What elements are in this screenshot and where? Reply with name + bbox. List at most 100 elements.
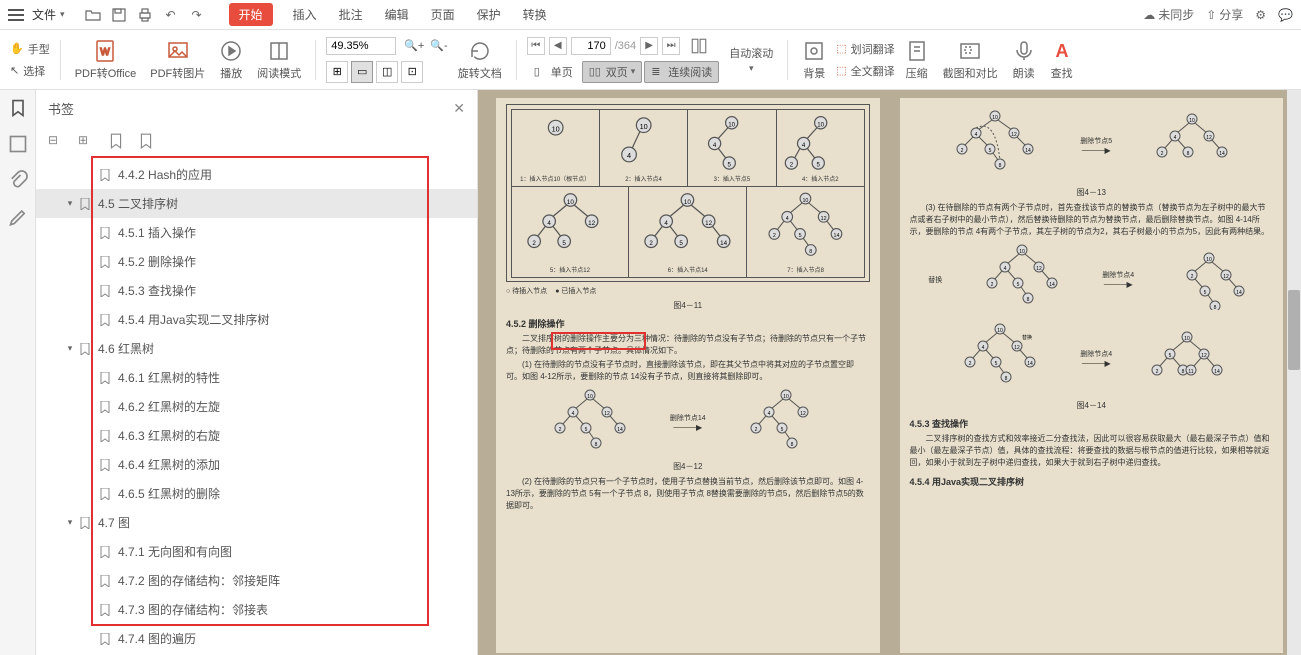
svg-text:10: 10 bbox=[817, 121, 824, 128]
open-icon[interactable] bbox=[85, 7, 101, 23]
bookmark-icon bbox=[100, 545, 112, 559]
feedback-icon[interactable]: 💬 bbox=[1278, 8, 1293, 22]
print-icon[interactable] bbox=[137, 7, 153, 23]
bookmark-item[interactable]: 4.6.1 红黑树的特性 bbox=[36, 363, 477, 392]
bookmark-item[interactable]: ▾ 4.6 红黑树 bbox=[36, 334, 477, 363]
tab-insert[interactable]: 插入 bbox=[291, 2, 319, 27]
share-button[interactable]: ⇧分享 bbox=[1206, 6, 1243, 23]
expand-toggle-icon[interactable]: ▾ bbox=[64, 517, 76, 528]
svg-text:14: 14 bbox=[1236, 290, 1242, 296]
close-icon[interactable]: ✕ bbox=[453, 100, 465, 117]
fit-page-button[interactable]: ▭ bbox=[351, 61, 373, 83]
bookmark-options-icon[interactable] bbox=[138, 133, 154, 149]
svg-text:2: 2 bbox=[1156, 369, 1159, 375]
bookmark-tab-icon[interactable] bbox=[8, 98, 28, 118]
tab-protect[interactable]: 保护 bbox=[475, 2, 503, 27]
bookmark-item[interactable]: 4.6.3 红黑树的右旋 bbox=[36, 421, 477, 450]
bookmark-icon bbox=[100, 168, 112, 182]
play-icon bbox=[219, 39, 243, 63]
first-page-button[interactable]: ⏮ bbox=[527, 37, 545, 55]
word-translate-button[interactable]: ⬚划词翻译 bbox=[836, 41, 894, 57]
bookmark-item[interactable]: 4.5.3 查找操作 bbox=[36, 276, 477, 305]
reading-mode-button[interactable]: 阅读模式 bbox=[253, 39, 305, 81]
next-page-button[interactable]: ▶ bbox=[640, 37, 658, 55]
pdf-to-office-button[interactable]: W PDF转Office bbox=[71, 39, 141, 81]
settings-icon[interactable]: ⚙ bbox=[1255, 8, 1266, 22]
hamburger-icon[interactable] bbox=[8, 9, 24, 21]
bookmark-item[interactable]: 4.7.2 图的存储结构：邻接矩阵 bbox=[36, 566, 477, 595]
file-menu[interactable]: 文件 ▾ bbox=[32, 6, 65, 23]
zoom-out-icon[interactable]: 🔍- bbox=[430, 39, 447, 52]
read-aloud-button[interactable]: 朗读 bbox=[1008, 39, 1040, 81]
bookmark-toolbar: ⊟ ⊞ bbox=[36, 126, 477, 156]
svg-text:替换: 替换 bbox=[1022, 334, 1032, 341]
document-viewport[interactable]: 101：插入节点10（根节点） 1042：插入节点4 10453：插入节点5 1… bbox=[478, 90, 1301, 655]
bookmark-item[interactable]: ▾4.7 图 bbox=[36, 508, 477, 537]
layout-icon[interactable] bbox=[690, 37, 708, 55]
screenshot-compare-button[interactable]: 截图和对比 bbox=[939, 39, 1002, 81]
collapse-all-icon[interactable]: ⊟ bbox=[48, 133, 64, 149]
full-translate-button[interactable]: ⬚全文翻译 bbox=[836, 63, 894, 79]
scrollbar-thumb[interactable] bbox=[1288, 290, 1300, 370]
new-bookmark-icon[interactable] bbox=[108, 133, 124, 149]
tab-page[interactable]: 页面 bbox=[429, 2, 457, 27]
annotation-tab-icon[interactable] bbox=[8, 206, 28, 226]
page-total-label: /364 bbox=[615, 40, 636, 52]
bookmark-item[interactable]: 4.7.3 图的存储结构：邻接表 bbox=[36, 595, 477, 624]
fit-visible-button[interactable]: ⊡ bbox=[401, 61, 423, 83]
find-button[interactable]: A 查找 bbox=[1046, 39, 1078, 81]
bookmark-item[interactable]: 4.6.2 红黑树的左旋 bbox=[36, 392, 477, 421]
bookmark-item[interactable]: ▾4.5 二叉排序树 bbox=[36, 189, 477, 218]
continuous-button[interactable]: ≣连续阅读 bbox=[644, 61, 719, 83]
attachment-tab-icon[interactable] bbox=[8, 170, 28, 190]
auto-scroll-button[interactable]: 自动滚动 ▾ bbox=[725, 45, 777, 74]
tab-start[interactable]: 开始 bbox=[229, 3, 273, 26]
sync-status[interactable]: ☁未同步 bbox=[1143, 6, 1194, 23]
actual-size-button[interactable]: ◫ bbox=[376, 61, 398, 83]
last-page-button[interactable]: ⏭ bbox=[662, 37, 680, 55]
pdf-to-image-button[interactable]: PDF转图片 bbox=[146, 39, 209, 81]
expand-all-icon[interactable]: ⊞ bbox=[78, 133, 94, 149]
select-tool-button[interactable]: ↖选择 bbox=[10, 63, 50, 79]
play-button[interactable]: 播放 bbox=[215, 39, 247, 81]
undo-icon[interactable]: ↶ bbox=[163, 7, 179, 23]
tab-annotate[interactable]: 批注 bbox=[337, 2, 365, 27]
zoom-input[interactable] bbox=[326, 37, 396, 55]
bookmark-label: 4.6 红黑树 bbox=[98, 340, 154, 357]
bookmark-label: 4.7.4 图的遍历 bbox=[118, 630, 196, 647]
rotate-button[interactable]: 旋转文档 bbox=[454, 39, 506, 81]
bookmark-label: 4.6.3 红黑树的右旋 bbox=[118, 427, 220, 444]
ribbon-toolbar: ✋手型 ↖选择 W PDF转Office PDF转图片 播放 阅读模式 🔍+ 🔍… bbox=[0, 30, 1301, 90]
tab-convert[interactable]: 转换 bbox=[521, 2, 549, 27]
bookmark-item[interactable]: 4.5.1 插入操作 bbox=[36, 218, 477, 247]
svg-text:8: 8 bbox=[1027, 297, 1030, 303]
fit-width-button[interactable]: ⊞ bbox=[326, 61, 348, 83]
bookmark-item[interactable]: 4.7.1 无向图和有向图 bbox=[36, 537, 477, 566]
background-button[interactable]: 背景 bbox=[798, 39, 830, 81]
svg-text:4: 4 bbox=[627, 151, 631, 160]
zoom-in-icon[interactable]: 🔍+ bbox=[404, 39, 424, 52]
vertical-scrollbar[interactable] bbox=[1287, 90, 1301, 655]
bookmark-item[interactable]: 4.7.4 图的遍历 bbox=[36, 624, 477, 653]
tab-edit[interactable]: 编辑 bbox=[383, 2, 411, 27]
thumbnail-tab-icon[interactable] bbox=[8, 134, 28, 154]
double-page-button[interactable]: ▯▯双页▾ bbox=[582, 61, 643, 83]
bookmark-item[interactable]: 4.4.2 Hash的应用 bbox=[36, 160, 477, 189]
bookmark-item[interactable]: 4.5.4 用Java实现二叉排序树 bbox=[36, 305, 477, 334]
svg-text:4: 4 bbox=[1004, 266, 1007, 272]
page-left: 101：插入节点10（根节点） 1042：插入节点4 10453：插入节点5 1… bbox=[496, 98, 880, 653]
hand-tool-button[interactable]: ✋手型 bbox=[10, 41, 50, 57]
page-number-input[interactable] bbox=[571, 37, 611, 55]
bookmark-item[interactable]: 4.5.2 删除操作 bbox=[36, 247, 477, 276]
redo-icon[interactable]: ↷ bbox=[189, 7, 205, 23]
svg-text:4: 4 bbox=[975, 132, 978, 138]
save-icon[interactable] bbox=[111, 7, 127, 23]
side-tab-strip bbox=[0, 90, 36, 655]
bookmark-item[interactable]: 4.6.4 红黑树的添加 bbox=[36, 450, 477, 479]
single-page-button[interactable]: ▯单页 bbox=[527, 61, 580, 83]
compress-button[interactable]: 压缩 bbox=[901, 39, 933, 81]
bookmark-item[interactable]: 4.6.5 红黑树的删除 bbox=[36, 479, 477, 508]
expand-toggle-icon[interactable]: ▾ bbox=[64, 198, 76, 209]
prev-page-button[interactable]: ◀ bbox=[549, 37, 567, 55]
expand-toggle-icon[interactable]: ▾ bbox=[64, 343, 76, 354]
